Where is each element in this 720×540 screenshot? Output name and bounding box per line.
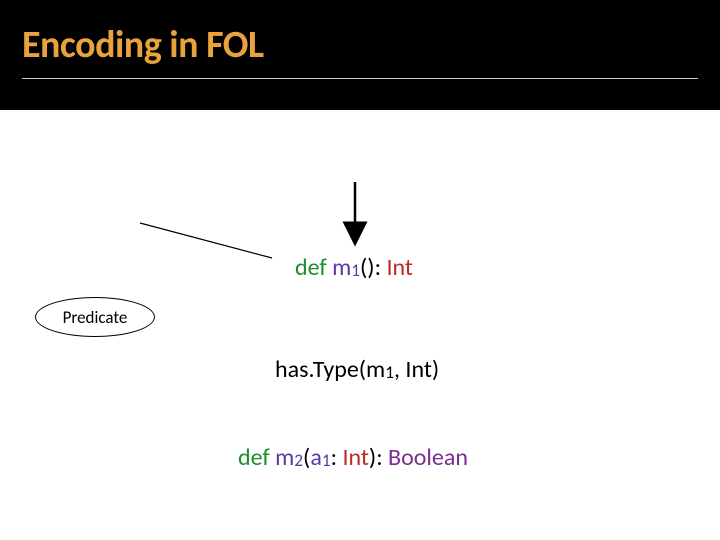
arg-colon: :	[331, 443, 343, 472]
keyword-def-2: def	[238, 443, 275, 472]
predicate-label-text: Predicate	[63, 307, 128, 328]
code-line-2: def m2(a1: Int): Boolean	[238, 443, 468, 472]
type-boolean: Boolean	[388, 443, 468, 472]
formula-line: has.Type(m1, Int)	[275, 355, 439, 384]
ident-m1: m1	[332, 253, 360, 282]
slide-title: Encoding in FOL	[22, 22, 698, 68]
predicate-arg-sub: 1	[385, 362, 394, 383]
ident-m2: m2	[275, 443, 303, 472]
predicate-name: has.Type(m	[275, 355, 385, 384]
type-int: Int	[386, 253, 412, 282]
code-line-1: def m1(): Int	[295, 253, 413, 282]
title-bar: Encoding in FOL	[0, 0, 720, 110]
keyword-def: def	[295, 253, 332, 282]
predicate-ellipse: Predicate	[35, 297, 155, 337]
arg-type-int: Int	[342, 443, 368, 472]
arg-a1: a1	[310, 443, 330, 472]
args-empty: ():	[360, 253, 386, 282]
connector-line	[140, 223, 272, 258]
predicate-rest: , Int)	[394, 355, 439, 384]
paren-close: ):	[369, 443, 388, 472]
title-rule	[22, 78, 698, 79]
